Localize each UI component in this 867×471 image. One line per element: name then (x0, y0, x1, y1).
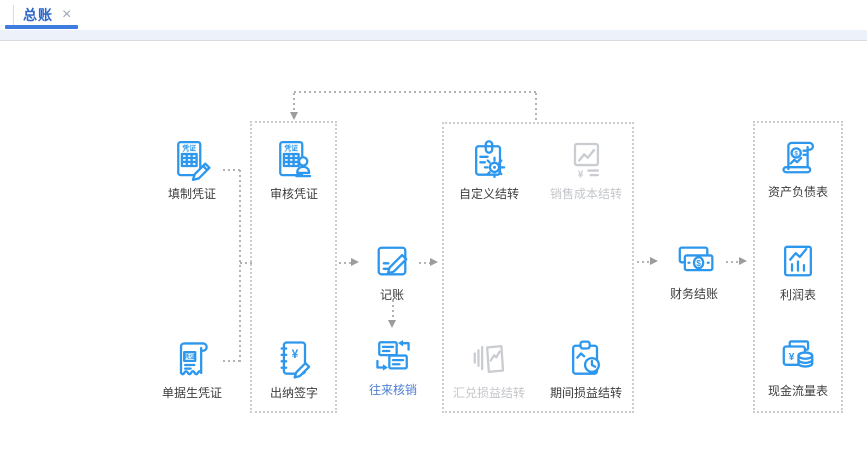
node-transaction-writeoff[interactable]: 往来核销 (347, 334, 439, 397)
tab-general-ledger[interactable]: 总账 × (14, 3, 81, 27)
node-label: 期间损益结转 (549, 386, 622, 400)
node-custom-carryover[interactable]: 自定义结转 (443, 138, 535, 201)
node-exchange-gain-loss-carryover[interactable]: 汇兑损益结转 (443, 337, 535, 400)
connector-merge-vertical (239, 170, 241, 362)
toolbar-strip (0, 30, 867, 41)
node-label: 资产负债表 (767, 185, 828, 199)
node-doc-to-voucher[interactable]: 凭证 单据生凭证 (146, 337, 238, 400)
tab-close-icon[interactable]: × (62, 7, 71, 23)
node-label: 往来核销 (368, 383, 417, 397)
node-audit-voucher[interactable]: 凭证 审核凭证 (248, 138, 340, 201)
node-label: 销售成本结转 (549, 187, 622, 201)
node-period-profit-loss-carryover[interactable]: 期间损益结转 (540, 337, 632, 400)
bar-chart-icon (784, 245, 812, 277)
svg-text:$: $ (696, 259, 701, 268)
node-label: 单据生凭证 (161, 386, 222, 400)
document-pencil-icon (377, 246, 408, 276)
connector-loop-left (293, 93, 295, 113)
node-balance-sheet[interactable]: $ 资产负债表 (752, 136, 844, 199)
node-cash-flow-statement[interactable]: ¥ 现金流量表 (752, 335, 844, 398)
notebook-yen-pencil-icon: ¥ (280, 341, 311, 379)
banknotes-dollar-icon: $ (678, 246, 714, 272)
node-label: 利润表 (779, 288, 816, 302)
node-bookkeeping[interactable]: 记账 (346, 239, 438, 302)
node-income-statement[interactable]: 利润表 (752, 239, 844, 302)
clipboard-clock-icon (572, 340, 600, 375)
svg-text:凭证: 凭证 (183, 353, 196, 361)
connector-to-reports-arrowhead (739, 257, 747, 265)
svg-text:凭证: 凭证 (181, 143, 196, 152)
node-label: 记账 (379, 288, 404, 302)
svg-text:¥: ¥ (292, 347, 299, 361)
wallet-coins-icon: ¥ (782, 340, 814, 368)
node-sales-cost-carryover[interactable]: ¥ 销售成本结转 (540, 138, 632, 201)
documents-sync-icon (376, 339, 410, 371)
node-label: 汇兑损益结转 (452, 386, 525, 400)
scroll-coin-chart-icon: $ (782, 141, 814, 174)
tab-bar: 总账 × (0, 0, 867, 30)
node-label: 现金流量表 (767, 384, 828, 398)
tab-active-indicator (5, 25, 78, 29)
tab-label: 总账 (23, 7, 53, 23)
receipt-voucher-icon: 凭证 (179, 342, 208, 376)
node-label: 出纳签字 (269, 386, 318, 400)
connector-loop-top (294, 91, 537, 93)
flow-canvas: 凭证 填制凭证 凭证 审核凭证 凭证 单据生凭证 ¥ 出纳签字 记账 往来核销 … (0, 41, 867, 471)
svg-text:¥: ¥ (789, 351, 795, 363)
node-label: 财务结账 (669, 287, 718, 301)
chart-yen-icon: ¥ (573, 142, 600, 180)
connector-loop-right (535, 93, 537, 122)
node-cashier-sign[interactable]: ¥ 出纳签字 (248, 337, 340, 400)
node-financial-closing[interactable]: $ 财务结账 (648, 238, 740, 301)
node-label: 审核凭证 (269, 187, 318, 201)
connector-into-audit-box (240, 262, 252, 264)
app-window: 总账 × 凭证 填制凭证 凭证 审核凭证 凭证 单据生凭证 ¥ 出纳签字 记账 … (0, 0, 867, 471)
connector-loop-arrowhead (290, 112, 298, 120)
connector-to-writeoff (392, 300, 394, 321)
svg-text:¥: ¥ (578, 169, 584, 180)
clipboard-gear-icon (475, 140, 506, 179)
svg-text:$: $ (794, 151, 798, 158)
svg-text:凭证: 凭证 (283, 143, 298, 152)
voucher-stamp-icon: 凭证 (279, 140, 312, 178)
node-label: 填制凭证 (167, 187, 216, 201)
node-label: 自定义结转 (458, 187, 519, 201)
node-fill-voucher[interactable]: 凭证 填制凭证 (146, 138, 238, 201)
connector-to-writeoff-arrowhead (388, 320, 396, 328)
page-wave-icon (473, 345, 505, 373)
voucher-pencil-icon: 凭证 (177, 140, 211, 182)
